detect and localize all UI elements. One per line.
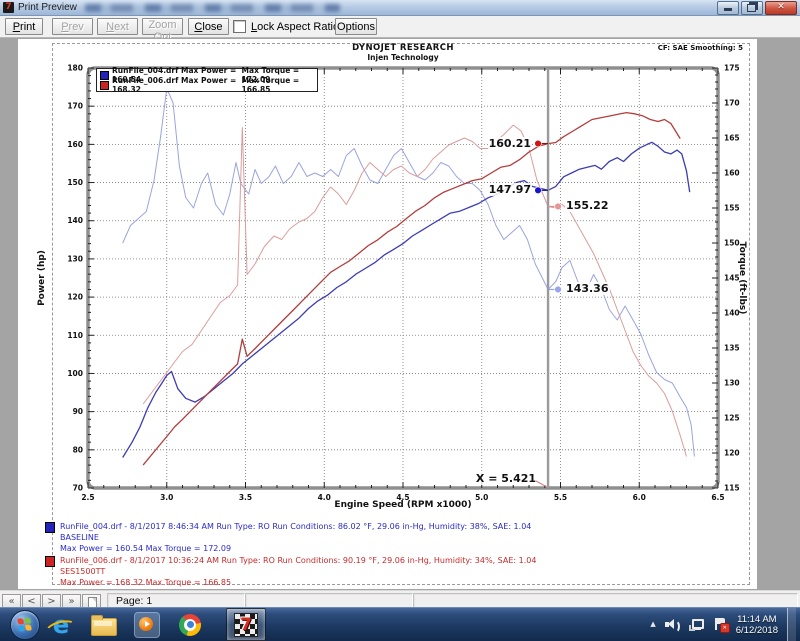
callout-blue-power: 147.97 (488, 183, 532, 196)
preview-page: 2.53.03.54.04.55.05.56.06.57080901001101… (18, 39, 757, 589)
winpep-7-taskbar-button[interactable]: 7 (226, 608, 266, 641)
close-icon: ✕ (777, 3, 785, 12)
svg-text:180: 180 (67, 64, 83, 73)
svg-text:90: 90 (73, 407, 83, 416)
svg-text:110: 110 (67, 331, 83, 340)
lock-aspect-ratio-label: Lock Aspect Ratio (251, 21, 339, 33)
legend-swatch-blue (100, 71, 109, 80)
print-button[interactable]: Print (5, 18, 43, 35)
prev-button[interactable]: Prev (52, 18, 93, 35)
legend-swatch-red (100, 81, 109, 90)
callout-red-power: 160.21 (488, 137, 532, 150)
print-preview-canvas: 2.53.03.54.04.55.05.56.06.57080901001101… (0, 38, 800, 590)
torque-axis-title: Torque (ft-lbs) (737, 242, 747, 315)
app-icon: 7 (3, 2, 14, 13)
run-004-max: Max Power = 160.54 Max Torque = 172.09 (60, 543, 745, 554)
close-window-button[interactable]: ✕ (765, 1, 797, 15)
internet-explorer-icon[interactable]: e (48, 612, 74, 638)
svg-text:160: 160 (67, 140, 83, 149)
svg-text:170: 170 (67, 102, 83, 111)
action-center-icon[interactable]: ✕ (713, 618, 727, 631)
options-button[interactable]: Options (335, 18, 377, 35)
chrome-icon[interactable] (177, 612, 203, 638)
clock-date: 6/12/2018 (736, 625, 778, 636)
minimize-icon (724, 8, 732, 11)
svg-text:130: 130 (724, 379, 740, 388)
svg-text:70: 70 (73, 484, 83, 493)
media-player-icon[interactable] (134, 612, 160, 638)
minimize-button[interactable] (717, 1, 739, 15)
restore-button[interactable] (741, 1, 763, 15)
print-preview-window: 7 Print Preview ✕ Print Prev Next Zoom O… (0, 0, 800, 607)
run-info-runfile-004: RunFile_004.drf - 8/1/2017 8:46:34 AM Ru… (45, 521, 745, 554)
svg-text:130: 130 (67, 254, 83, 263)
x-axis-title: Engine Speed (RPM x1000) (18, 500, 788, 510)
title-bar[interactable]: 7 Print Preview ✕ (0, 0, 800, 16)
run-swatch-red (45, 556, 55, 567)
run-006-max: Max Power = 168.32 Max Torque = 166.85 (60, 577, 745, 588)
tray-expand-icon[interactable]: ▲ (650, 621, 655, 628)
svg-text:115: 115 (724, 484, 740, 493)
window-title: Print Preview (18, 2, 77, 13)
svg-text:170: 170 (724, 99, 740, 108)
volume-icon[interactable] (665, 618, 680, 631)
zoom-out-button[interactable]: Zoom Out (142, 18, 183, 35)
run-004-label: BASELINE (60, 532, 745, 543)
windows-taskbar: e 7 ▲ ✕ 11:14 AM 6/12/2018 (0, 607, 800, 641)
svg-text:160: 160 (724, 169, 740, 178)
svg-text:140: 140 (67, 216, 83, 225)
title-redacted-text (85, 4, 340, 12)
file-explorer-icon[interactable] (91, 612, 117, 638)
svg-text:165: 165 (724, 134, 740, 143)
chart-subtitle: Injen Technology (18, 53, 788, 62)
windows-logo-icon (17, 617, 31, 631)
run-swatch-blue (45, 522, 55, 533)
show-desktop-button[interactable] (787, 608, 796, 641)
winpep-7-icon: 7 (234, 613, 258, 637)
svg-text:120: 120 (67, 293, 83, 302)
network-icon[interactable] (689, 619, 704, 631)
callout-red-torque: 155.22 (565, 199, 609, 212)
svg-text:125: 125 (724, 414, 740, 423)
lock-aspect-ratio-checkbox[interactable] (233, 20, 246, 33)
run-004-conditions: RunFile_004.drf - 8/1/2017 8:46:34 AM Ru… (60, 521, 745, 532)
cursor-x-label: X = 5.421 (476, 472, 536, 485)
restore-icon (747, 4, 756, 12)
svg-text:120: 120 (724, 449, 740, 458)
start-button[interactable] (10, 610, 40, 640)
run-006-conditions: RunFile_006.drf - 8/1/2017 10:36:24 AM R… (60, 555, 745, 566)
svg-text:155: 155 (724, 204, 740, 213)
svg-text:150: 150 (67, 178, 83, 187)
svg-text:80: 80 (73, 445, 83, 454)
callout-blue-torque: 143.36 (565, 282, 609, 295)
toolbar: Print Prev Next Zoom Out Close Lock Aspe… (0, 16, 800, 38)
clock-time: 11:14 AM (736, 614, 778, 625)
svg-text:135: 135 (724, 344, 740, 353)
power-axis-title: Power (hp) (37, 250, 47, 306)
svg-text:175: 175 (724, 64, 740, 73)
page-icon (88, 597, 97, 608)
taskbar-clock[interactable]: 11:14 AM 6/12/2018 (736, 614, 778, 636)
chart-legend: RunFile_004.drf Max Power = 160.54 Max T… (96, 68, 318, 92)
run-info-runfile-006: RunFile_006.drf - 8/1/2017 10:36:24 AM R… (45, 555, 745, 588)
run-006-label: SES1500TT (60, 566, 745, 577)
next-button[interactable]: Next (97, 18, 138, 35)
svg-text:100: 100 (67, 369, 83, 378)
legend-row-runfile-006: RunFile_006.drf Max Power = 168.32 Max T… (100, 80, 314, 90)
correction-smoothing-note: CF: SAE Smoothing: 5 (658, 44, 743, 52)
close-button[interactable]: Close (188, 18, 229, 35)
